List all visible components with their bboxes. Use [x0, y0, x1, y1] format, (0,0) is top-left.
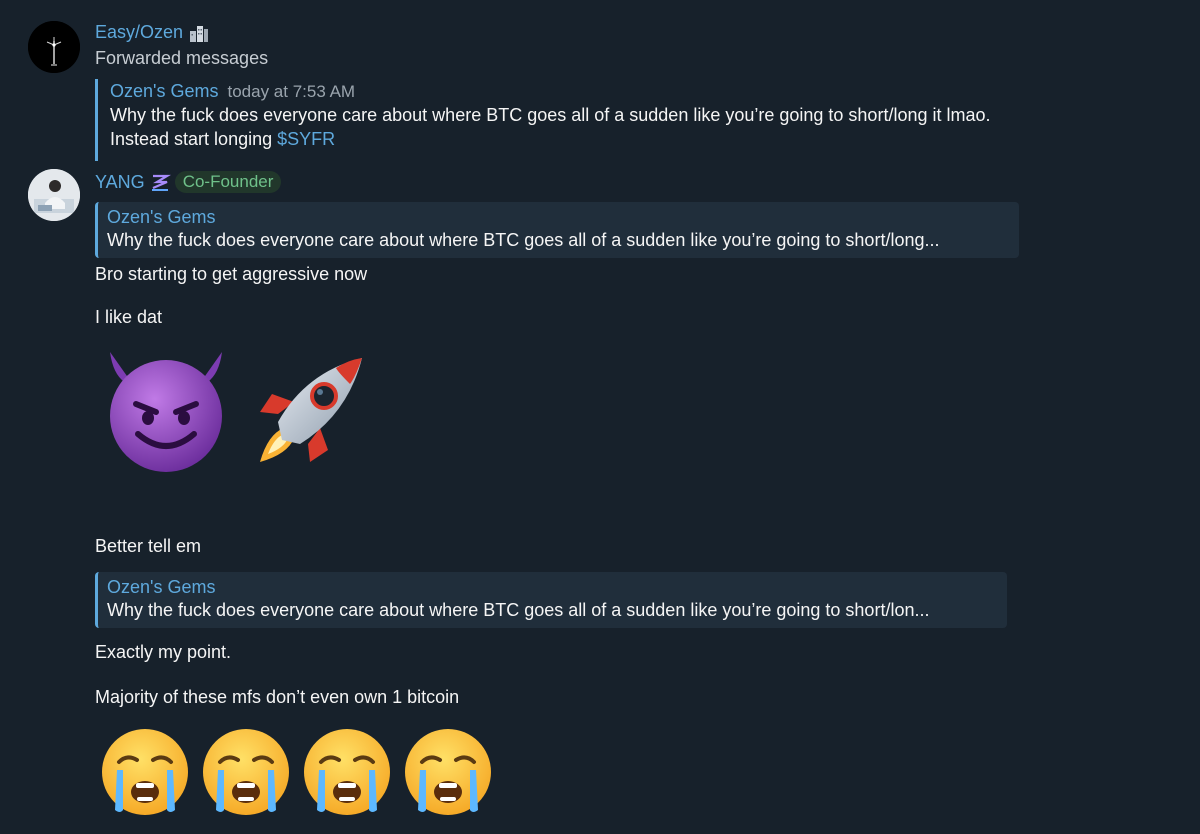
message-text: Majority of these mfs don’t even own 1 b… [95, 687, 460, 707]
avatar-easy-ozen[interactable] [28, 21, 80, 73]
loudly-crying-emoji [405, 729, 491, 815]
reply-from: Ozen's Gems [107, 577, 216, 597]
forwarded-from[interactable]: Ozen's Gems [110, 81, 218, 101]
message-text: Bro starting to get aggressive now [95, 264, 368, 284]
message-text: Better tell em [95, 536, 202, 556]
message-text: I like dat [95, 307, 163, 327]
sender-name-text[interactable]: Easy/Ozen [95, 22, 183, 42]
syfr-logo-icon [151, 174, 171, 191]
reply-quote[interactable]: Ozen's Gems Why the fuck does everyone c… [95, 572, 1007, 628]
reply-text: Why the fuck does everyone care about wh… [107, 230, 940, 250]
sender-name[interactable]: YANG Co-Founder [95, 171, 282, 193]
role-badge: Co-Founder [174, 171, 282, 193]
message-text: Exactly my point. [95, 642, 232, 662]
forwarded-header: Ozen's Gems today at 7:53 AM [110, 79, 1030, 103]
cashtag-link[interactable]: $SYFR [277, 129, 335, 149]
forwarded-message[interactable]: Ozen's Gems today at 7:53 AM Why the fuc… [95, 79, 1030, 161]
avatar-yang[interactable] [28, 169, 80, 221]
reply-from: Ozen's Gems [107, 207, 216, 227]
loudly-crying-emoji [203, 729, 289, 815]
forwarded-label: Forwarded messages [95, 48, 269, 68]
sender-name-text[interactable]: YANG [95, 172, 145, 193]
chat-history: Easy/Ozen Forwarded messages Ozen's Gems… [0, 0, 1200, 834]
smiling-devil-emoji [110, 352, 222, 472]
reply-quote[interactable]: Ozen's Gems Why the fuck does everyone c… [95, 202, 1019, 258]
loudly-crying-emoji [304, 729, 390, 815]
loudly-crying-emoji [102, 729, 188, 815]
rocket-emoji [260, 358, 362, 462]
sender-name[interactable]: Easy/Ozen [95, 22, 210, 43]
forwarded-text-body: Why the fuck does everyone care about wh… [110, 105, 991, 149]
reply-text: Why the fuck does everyone care about wh… [107, 600, 930, 620]
forwarded-time: today at 7:53 AM [227, 82, 356, 101]
building-icon [190, 26, 209, 43]
forwarded-text: Why the fuck does everyone care about wh… [110, 103, 1010, 151]
